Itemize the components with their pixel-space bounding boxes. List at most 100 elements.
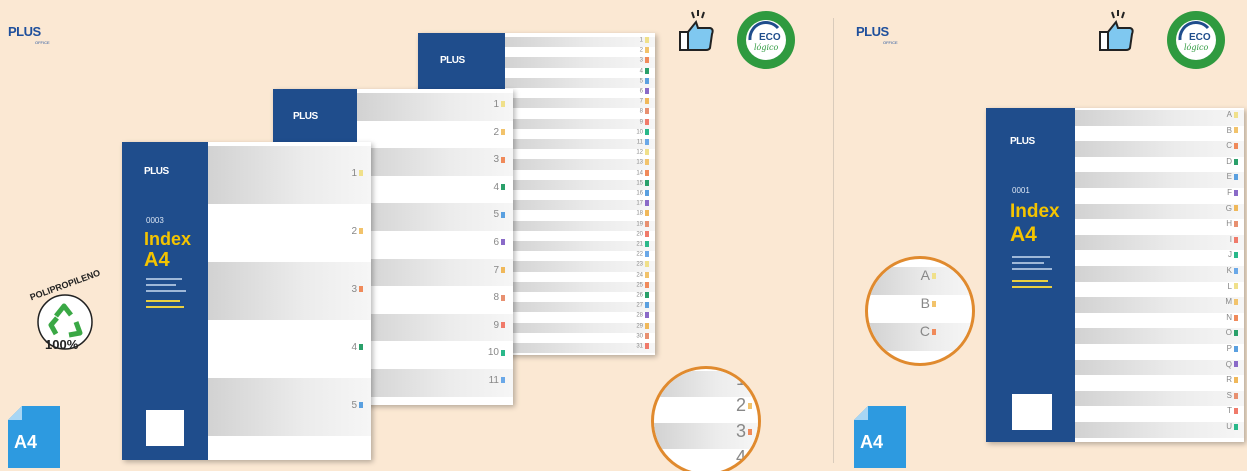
divider-sheet-band <box>505 98 655 109</box>
divider-tab-label: 17 <box>636 200 643 207</box>
divider-tab: 6 <box>493 237 505 248</box>
logo-text: PLUS <box>856 24 889 39</box>
divider-tab: 26 <box>636 292 649 299</box>
divider-tab-label: E <box>1226 172 1232 182</box>
divider-tab-label: B <box>920 295 930 311</box>
svg-text:ECO: ECO <box>1189 32 1211 43</box>
divider-sheet-band <box>505 57 655 68</box>
divider-tab-label: 3 <box>735 421 746 441</box>
tab-color-dot <box>932 329 936 336</box>
divider-tab: U <box>1226 422 1238 431</box>
divider-tab-label: 9 <box>639 119 643 126</box>
cover-title-a4: A4 <box>144 249 170 271</box>
divider-tab: 29 <box>636 322 649 329</box>
divider-tab-label: C <box>1226 141 1232 151</box>
cover-code: 0003 <box>146 216 164 225</box>
divider-tab: 5 <box>493 209 505 220</box>
divider-tab: 20 <box>636 230 649 237</box>
divider-tab-label: F <box>1227 188 1232 197</box>
tab-color-dot <box>645 200 649 207</box>
divider-tab: 22 <box>636 251 649 258</box>
divider-tab-label: 11 <box>636 139 643 146</box>
divider-tab: T <box>1227 406 1238 415</box>
divider-tab-label: 31 <box>636 343 643 350</box>
tab-color-dot <box>1234 236 1238 243</box>
eco-logico-badge: ECO lógico <box>1166 10 1226 70</box>
divider-tab-label: H <box>1226 219 1232 229</box>
tab-color-dot <box>1234 361 1238 368</box>
divider-tab-label: L <box>1227 281 1232 291</box>
divider-sheet-band <box>505 281 655 292</box>
tab-color-dot <box>748 455 752 462</box>
tab-color-dot <box>645 88 649 94</box>
divider-sheet-band <box>1075 390 1244 407</box>
thumbs-up-icon <box>1098 10 1140 54</box>
tab-color-dot <box>501 239 505 246</box>
logo-subtext: OFFICE <box>35 40 50 45</box>
divider-tab: P <box>1227 344 1238 353</box>
divider-tab: 18 <box>636 210 649 217</box>
divider-sheet-band <box>1075 110 1244 126</box>
divider-tab: I <box>1230 235 1238 244</box>
divider-cover: PLUS 0001 Index A4 <box>986 108 1075 442</box>
divider-tab-label: 8 <box>639 108 643 115</box>
divider-tab: 28 <box>636 312 649 319</box>
divider-sheet-band <box>1075 234 1244 251</box>
tab-color-dot <box>359 286 363 293</box>
tab-color-dot <box>645 261 649 268</box>
tab-color-dot <box>645 322 649 329</box>
eco-seal-icon: ECO lógico <box>1167 11 1225 69</box>
divider-tab-label: 2 <box>735 395 746 415</box>
tab-color-dot <box>1234 345 1238 352</box>
tab-magnifier: ABC <box>865 256 975 366</box>
a4-label: A4 <box>860 432 884 452</box>
divider-set-az: PLUS 0001 Index A4 ABCDEFGHIJKLMNOPQRSTU <box>986 108 1244 442</box>
right-product-panel: PLUS OFFICE ECO lógico PLUS 0001 Index A… <box>834 0 1247 471</box>
divider-tab: D <box>1226 157 1238 166</box>
divider-tab: 15 <box>636 179 649 186</box>
divider-sheet-band <box>505 179 655 190</box>
tab-color-dot <box>501 294 505 301</box>
tab-color-dot <box>359 228 363 235</box>
tab-color-dot <box>1234 377 1238 384</box>
divider-sheet-band <box>357 93 513 121</box>
tab-color-dot <box>1234 330 1238 337</box>
cover-brand: PLUS <box>144 166 169 177</box>
tab-color-dot <box>501 322 505 329</box>
divider-sheet-band <box>1075 359 1244 376</box>
tab-color-dot <box>1234 221 1238 228</box>
tab-color-dot <box>501 156 505 163</box>
divider-tab: 27 <box>636 302 649 309</box>
divider-tab: 12 <box>636 149 649 156</box>
cover-title-index: Index <box>1010 201 1060 222</box>
tab-magnifier: 1 2 3 4 <box>651 366 761 471</box>
tab-color-dot <box>645 241 649 247</box>
divider-tab-label: 7 <box>493 264 499 276</box>
divider-tab-label: 3 <box>639 57 643 64</box>
divider-tab-label: I <box>1229 234 1232 244</box>
divider-sheet-band <box>505 343 655 354</box>
tab-color-dot <box>501 349 505 356</box>
a4-label: A4 <box>14 432 38 452</box>
tab-color-dot <box>645 281 649 288</box>
tab-color-dot <box>501 266 505 273</box>
divider-sheet-band <box>208 146 371 204</box>
divider-sheet-band <box>505 322 655 333</box>
divider-sheet-band <box>505 261 655 272</box>
divider-tab-label: 18 <box>636 210 643 217</box>
divider-tab-label: J <box>1228 250 1232 260</box>
tab-color-dot <box>645 220 649 227</box>
tab-color-dot <box>645 271 649 278</box>
divider-tab: 17 <box>636 200 649 207</box>
divider-tab: B <box>1227 126 1238 135</box>
tab-color-dot <box>645 312 649 319</box>
divider-sheet-band <box>505 139 655 150</box>
divider-tab: 31 <box>636 343 649 350</box>
divider-tab: N <box>1226 313 1238 322</box>
divider-tab-label: U <box>1226 422 1232 431</box>
divider-tab: M <box>1225 297 1238 306</box>
divider-tab: 21 <box>636 241 649 248</box>
divider-sheet-band <box>505 220 655 231</box>
divider-tab: K <box>1227 266 1238 275</box>
divider-tab-label: 24 <box>636 272 643 279</box>
